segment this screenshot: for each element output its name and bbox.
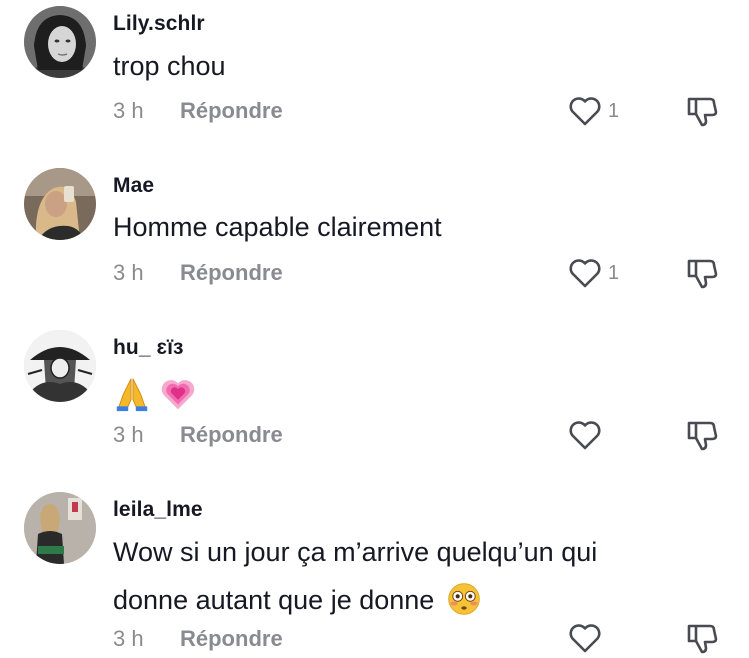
comment-text-line: Wow si un jour ça m’arrive quelqu’un qui <box>113 537 598 567</box>
thumbs-down-icon <box>687 259 718 289</box>
comment-text: trop chou <box>113 51 226 81</box>
comment-meta: 3 h Répondre <box>113 624 283 654</box>
heart-outline-icon <box>569 97 601 126</box>
avatar-image <box>24 492 96 564</box>
thumbs-down-icon <box>687 624 718 654</box>
avatar[interactable] <box>24 6 96 78</box>
dislike-button[interactable] <box>684 255 720 291</box>
timestamp: 3 h <box>113 98 144 123</box>
like-count: 1 <box>608 99 620 122</box>
avatar[interactable] <box>24 330 96 402</box>
comment-text: Homme capable clairement <box>113 212 442 242</box>
reply-button[interactable]: Répondre <box>180 98 283 124</box>
thumbs-down-icon <box>687 97 718 127</box>
comment-item: Mae Homme capable clairement 3 h Répondr… <box>0 160 749 322</box>
heart-outline-icon <box>569 259 601 288</box>
timestamp: 3 h <box>113 626 144 651</box>
reply-button[interactable]: Répondre <box>180 422 283 448</box>
like-button[interactable] <box>568 418 628 452</box>
comment-text-line: donne autant que je donne <box>113 574 713 626</box>
avatar[interactable] <box>24 492 96 564</box>
reply-button[interactable]: Répondre <box>180 626 283 652</box>
comment-meta: 3 h Répondre <box>113 420 283 450</box>
comment-item: leila_lme Wow si un jour ça m’arrive que… <box>0 482 749 658</box>
comment-item: Lily.schlr trop chou 3 h Répondre 1 <box>0 0 749 160</box>
flushed-face-emoji <box>448 583 480 615</box>
avatar[interactable] <box>24 168 96 240</box>
comment-meta: 3 h Répondre <box>113 258 283 288</box>
timestamp: 3 h <box>113 260 144 285</box>
like-count: 1 <box>608 261 620 284</box>
avatar-image <box>24 330 96 402</box>
like-button[interactable] <box>568 621 628 655</box>
username[interactable]: Lily.schlr <box>113 12 205 36</box>
username[interactable]: hu_ ɛïɜ <box>113 336 184 360</box>
heart-outline-icon <box>569 421 601 450</box>
comment-emojis <box>113 366 713 416</box>
folded-hands-emoji <box>116 378 148 411</box>
heart-outline-icon <box>569 624 601 653</box>
username[interactable]: Mae <box>113 174 154 198</box>
reply-button[interactable]: Répondre <box>180 260 283 286</box>
dislike-button[interactable] <box>684 93 720 129</box>
avatar-image <box>24 6 96 78</box>
thumbs-down-icon <box>687 421 718 451</box>
like-button[interactable]: 1 <box>568 256 628 290</box>
dislike-button[interactable] <box>684 620 720 656</box>
growing-heart-emoji <box>161 380 194 410</box>
avatar-image <box>24 168 96 240</box>
comment-text-part: donne autant que je donne <box>113 585 435 615</box>
timestamp: 3 h <box>113 422 144 447</box>
username[interactable]: leila_lme <box>113 498 203 522</box>
comment-item: hu_ ɛïɜ 3 h Répondre <box>0 322 749 482</box>
dislike-button[interactable] <box>684 417 720 453</box>
like-button[interactable]: 1 <box>568 94 628 128</box>
comment-meta: 3 h Répondre <box>113 96 283 126</box>
